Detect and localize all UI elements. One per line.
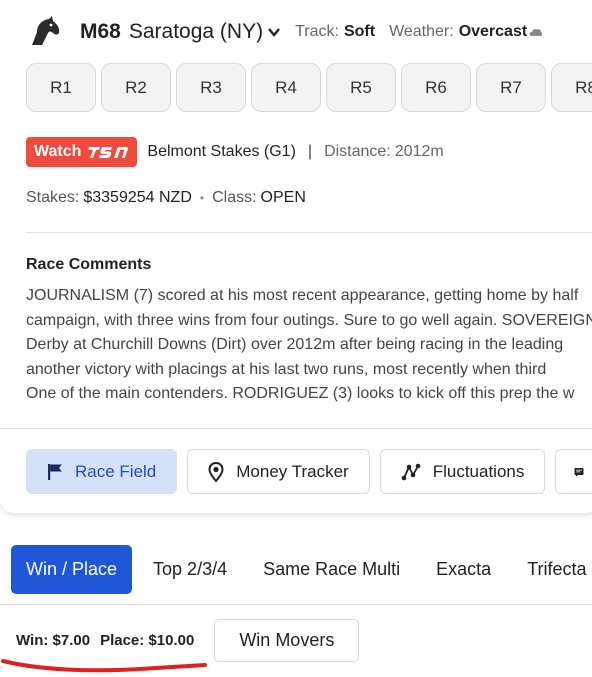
- race-info-row: Watch Belmont Stakes (G1) | Distance: 20…: [26, 137, 444, 167]
- money-tracker-button[interactable]: Money Tracker: [187, 449, 370, 494]
- watch-label: Watch: [34, 143, 82, 160]
- comment-line: Derby at Churchill Downs (Dirt) over 201…: [26, 336, 564, 353]
- divider: [26, 232, 592, 233]
- race-tab-r8[interactable]: R8: [551, 63, 592, 112]
- race-comments-title: Race Comments: [26, 256, 152, 273]
- race-card: M68 Saratoga (NY) Track: Soft Weather: O…: [0, 0, 592, 513]
- race-tab-r5[interactable]: R5: [326, 63, 396, 112]
- track-value: Soft: [343, 23, 376, 40]
- stakes-value: $3359254 NZD: [83, 189, 192, 206]
- comment-line: One of the main contenders. RODRIGUEZ (3…: [26, 385, 575, 402]
- notes-icon: [574, 467, 584, 476]
- race-name: Belmont Stakes (G1): [147, 143, 296, 160]
- tsn-logo-icon: [88, 147, 129, 158]
- race-tab-r4[interactable]: R4: [251, 63, 321, 112]
- race-tab-r3[interactable]: R3: [176, 63, 246, 112]
- distance-value: 2012m: [394, 143, 444, 160]
- fluctuations-button[interactable]: Fluctuations: [379, 449, 546, 494]
- map-pin-dollar-icon: [208, 461, 224, 482]
- stakes-label: Stakes:: [26, 189, 80, 206]
- comment-line: another victory with placings at his las…: [26, 360, 547, 378]
- horse-head-icon: [32, 16, 60, 45]
- red-underline-annotation: [1, 659, 207, 673]
- money-tracker-label: Money Tracker: [236, 461, 349, 481]
- watch-button[interactable]: Watch: [26, 137, 138, 167]
- distance-label: Distance:: [324, 143, 391, 160]
- race-comments-text: JOURNALISM (7) scored at his most recent…: [26, 284, 592, 407]
- race-header: M68 Saratoga (NY) Track: Soft Weather: O…: [28, 14, 543, 50]
- info-separator: |: [307, 143, 313, 160]
- divider: [0, 604, 592, 605]
- bullet-separator: •: [199, 191, 205, 205]
- class-value: OPEN: [260, 189, 306, 206]
- tab-same-race-multi[interactable]: Same Race Multi: [248, 545, 415, 594]
- stakes-row: Stakes: $3359254 NZD • Class: OPEN: [26, 189, 306, 207]
- meeting-code: M68: [80, 20, 121, 43]
- race-tabs: R1 R2 R3 R4 R5 R6 R7 R8: [26, 63, 592, 112]
- tab-trifecta[interactable]: Trifecta: [512, 545, 592, 594]
- race-tab-r7[interactable]: R7: [476, 63, 546, 112]
- flag-icon: [48, 463, 62, 480]
- race-field-button[interactable]: Race Field: [26, 449, 178, 494]
- comment-line: campaign, with three wins from four outi…: [26, 311, 592, 329]
- race-tab-r2[interactable]: R2: [101, 63, 171, 112]
- track-label: Track:: [295, 23, 339, 40]
- tab-exacta[interactable]: Exacta: [421, 545, 506, 594]
- fluctuations-graph-icon: [401, 463, 421, 480]
- place-odds: Place: $10.00: [100, 632, 195, 649]
- class-label: Class:: [212, 189, 257, 206]
- race-tab-r1[interactable]: R1: [26, 63, 96, 112]
- chevron-down-icon[interactable]: [267, 25, 281, 39]
- comment-line: JOURNALISM (7) scored at his most recent…: [26, 287, 579, 304]
- action-buttons: Race Field Money Tracker Fluctuations: [26, 449, 592, 494]
- weather-label: Weather:: [389, 23, 454, 40]
- fluctuations-label: Fluctuations: [432, 461, 525, 481]
- tab-win-place[interactable]: Win / Place: [11, 545, 133, 594]
- cloud-icon: [529, 29, 543, 36]
- tab-top-2-3-4[interactable]: Top 2/3/4: [138, 545, 242, 594]
- divider: [0, 428, 592, 429]
- win-odds: Win: $7.00: [16, 632, 91, 649]
- win-movers-button[interactable]: Win Movers: [214, 619, 360, 662]
- race-field-label: Race Field: [75, 461, 157, 481]
- meeting-name[interactable]: Saratoga (NY): [129, 20, 263, 44]
- notes-button[interactable]: [555, 449, 592, 494]
- bet-type-tabs: Win / Place Top 2/3/4 Same Race Multi Ex…: [11, 545, 592, 594]
- race-tab-r6[interactable]: R6: [401, 63, 471, 112]
- weather-value: Overcast: [458, 23, 528, 40]
